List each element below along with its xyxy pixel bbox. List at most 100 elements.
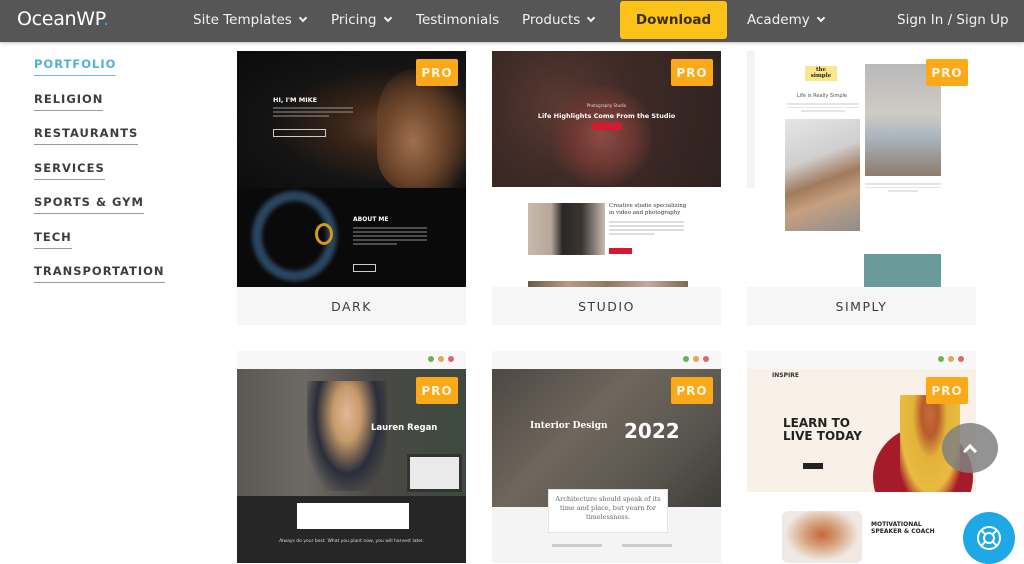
pro-badge: PRO xyxy=(416,59,458,86)
pro-badge: PRO xyxy=(671,59,713,86)
chevron-down-icon xyxy=(816,13,825,23)
preview-camera-photo xyxy=(528,203,605,255)
preview-year: 2022 xyxy=(624,419,680,443)
preview-laptop xyxy=(407,454,462,492)
window-dot xyxy=(938,356,944,362)
template-preview[interactable]: Lauren Regan Always do your best. What y… xyxy=(237,351,466,563)
signin-signup-link[interactable]: Sign In / Sign Up xyxy=(897,12,1009,28)
window-dot xyxy=(428,356,434,362)
browser-bar xyxy=(492,351,721,369)
template-card-lauren[interactable]: Lauren Regan Always do your best. What y… xyxy=(237,351,466,563)
preview-feature-box xyxy=(297,503,409,529)
template-name[interactable]: SIMPLY xyxy=(747,287,976,325)
category-tech[interactable]: TECH xyxy=(34,230,72,249)
preview-tagline: Life is Really Simple xyxy=(797,93,847,99)
preview-logo: the simple xyxy=(805,66,837,81)
window-dots xyxy=(683,356,709,362)
preview-quote: Always do your best. What you plant now,… xyxy=(279,539,424,544)
preview-heading: Interior Design xyxy=(530,421,608,431)
preview-subheading: Creative studio specializing in video an… xyxy=(609,203,687,216)
preview-button xyxy=(353,264,376,272)
preview-features xyxy=(552,544,672,547)
preview-logo: INSPIRE xyxy=(772,372,799,379)
category-portfolio[interactable]: PORTFOLIO xyxy=(34,57,117,76)
preview-heading: Lauren Regan xyxy=(371,423,438,433)
preview-button xyxy=(273,129,326,137)
preview-portrait-2 xyxy=(782,511,862,563)
preview-text-lines xyxy=(609,221,684,237)
template-card-simply[interactable]: the simple Life is Really Simple PRO SIM… xyxy=(747,51,976,325)
nav-products[interactable]: Products xyxy=(522,12,596,28)
template-card-dark[interactable]: HI, I'M MIKE ABOUT ME PRO DARK xyxy=(237,51,466,325)
category-services[interactable]: SERVICES xyxy=(34,161,105,180)
logo-dot: . xyxy=(102,8,109,30)
category-transportation[interactable]: TRANSPORTATION xyxy=(34,264,165,283)
nav-site-templates[interactable]: Site Templates xyxy=(193,12,308,28)
window-dot xyxy=(703,356,709,362)
preview-water-photo xyxy=(864,254,941,287)
preview-couple-photo xyxy=(552,86,652,186)
preview-button xyxy=(592,123,622,130)
window-dot xyxy=(693,356,699,362)
window-dot xyxy=(958,356,964,362)
category-restaurants[interactable]: RESTAURANTS xyxy=(34,126,139,145)
nav-label: Pricing xyxy=(331,12,377,28)
template-preview[interactable]: Photography Studio Life Highlights Come … xyxy=(492,51,721,287)
window-dot xyxy=(683,356,689,362)
oceanwp-logo[interactable]: OceanWP. xyxy=(17,8,109,30)
nav-label: Testimonials xyxy=(416,12,500,28)
category-sports-gym[interactable]: SPORTS & GYM xyxy=(34,195,144,214)
nav-pricing[interactable]: Pricing xyxy=(331,12,392,28)
window-dot xyxy=(948,356,954,362)
preview-gallery-strip xyxy=(528,281,688,287)
window-dots xyxy=(938,356,964,362)
category-sidebar: PORTFOLIO RELIGION RESTAURANTS SERVICES … xyxy=(34,57,165,299)
preview-fashion-photo xyxy=(785,119,860,231)
preview-portrait xyxy=(377,69,466,189)
template-name[interactable]: STUDIO xyxy=(492,287,721,325)
preview-heading: LEARN TO LIVE TODAY xyxy=(783,416,862,443)
category-religion[interactable]: RELIGION xyxy=(34,92,104,111)
template-preview[interactable]: the simple Life is Really Simple PRO xyxy=(747,51,976,287)
preview-about-heading: ABOUT ME xyxy=(353,216,389,223)
preview-sidebar xyxy=(747,51,755,188)
preview-text-lines xyxy=(787,103,859,114)
chevron-down-icon xyxy=(587,13,596,23)
template-preview[interactable]: HI, I'M MIKE ABOUT ME PRO xyxy=(237,51,466,287)
browser-bar xyxy=(747,351,976,369)
template-card-inspire[interactable]: INSPIRE LEARN TO LIVE TODAY MOTIVATIONAL… xyxy=(747,351,976,563)
nav-testimonials[interactable]: Testimonials xyxy=(416,12,499,28)
window-dot xyxy=(438,356,444,362)
template-preview[interactable]: INSPIRE LEARN TO LIVE TODAY MOTIVATIONAL… xyxy=(747,351,976,563)
nav-label: Site Templates xyxy=(193,12,292,28)
template-preview[interactable]: Interior Design 2022 Architecture should… xyxy=(492,351,721,563)
browser-bar xyxy=(237,351,466,369)
preview-heading: Life Highlights Come From the Studio xyxy=(537,112,676,120)
help-support-button[interactable] xyxy=(963,512,1015,564)
nav-label: Products xyxy=(522,12,581,28)
window-dot xyxy=(448,356,454,362)
preview-text-lines xyxy=(353,227,427,247)
pro-badge: PRO xyxy=(416,377,458,404)
preview-subheading: MOTIVATIONAL SPEAKER & COACH xyxy=(871,521,935,535)
template-card-interior[interactable]: Interior Design 2022 Architecture should… xyxy=(492,351,721,563)
nav-label: Academy xyxy=(747,12,810,28)
preview-heading: HI, I'M MIKE xyxy=(273,96,318,104)
download-button[interactable]: Download xyxy=(620,1,727,39)
preview-quote: Architecture should speak of its time an… xyxy=(548,489,668,533)
template-card-studio[interactable]: Photography Studio Life Highlights Come … xyxy=(492,51,721,325)
logo-text: OceanWP xyxy=(17,8,103,30)
nav-academy[interactable]: Academy xyxy=(747,12,825,28)
preview-button xyxy=(609,248,632,254)
top-navigation: OceanWP. Site Templates Pricing Testimon… xyxy=(0,0,1024,42)
template-name[interactable]: DARK xyxy=(237,287,466,325)
preview-light-ring-accent xyxy=(315,223,333,245)
chevron-down-icon xyxy=(298,13,308,23)
preview-text-lines xyxy=(865,183,941,194)
pro-badge: PRO xyxy=(671,377,713,404)
preview-text-lines xyxy=(273,107,353,119)
pro-badge: PRO xyxy=(926,377,968,404)
preview-kicker: Photography Studio xyxy=(586,103,627,108)
scroll-to-top-button[interactable] xyxy=(942,423,998,473)
window-dots xyxy=(428,356,454,362)
